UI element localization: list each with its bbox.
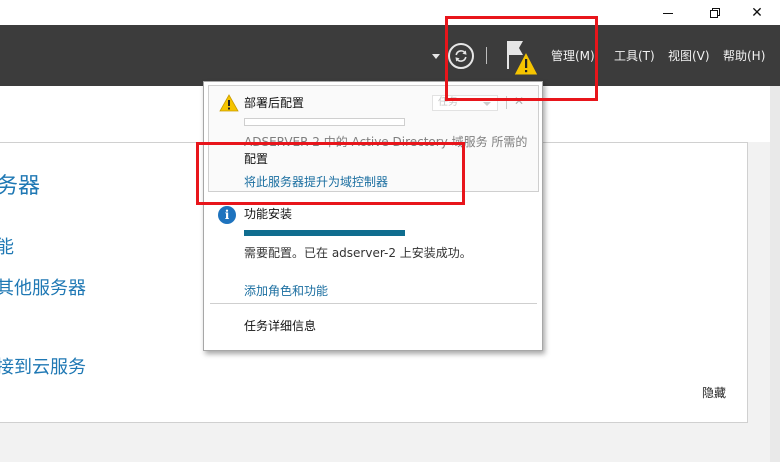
feature-install-status: 需要配置。已在 adserver-2 上安装成功。 (244, 246, 472, 260)
dismiss-notification-button[interactable]: ✕ (514, 94, 524, 108)
dropdown-arrow-icon[interactable] (432, 54, 440, 59)
link-add-other-servers[interactable]: 其他服务器 (0, 274, 86, 300)
chevron-down-icon (483, 102, 491, 106)
window-titlebar: ✕ (0, 0, 780, 25)
task-combo[interactable]: 任务 (432, 95, 498, 111)
post-deploy-title: 部署后配置 (244, 96, 305, 110)
refresh-icon (455, 50, 467, 62)
close-icon: ✕ (751, 4, 763, 21)
welcome-title: 务器 (0, 174, 41, 199)
link-roles-features[interactable]: 能 (0, 233, 14, 259)
info-icon: i (218, 206, 236, 224)
minimize-icon (663, 13, 673, 14)
notifications-popup: 部署后配置 任务 ✕ ADSERVER-2 中的 Active Director… (203, 81, 543, 351)
post-deploy-progress-bar (244, 118, 405, 126)
menu-tools[interactable]: 工具(T) (614, 49, 655, 63)
task-details-link[interactable]: 任务详细信息 (244, 317, 316, 334)
warning-icon (219, 94, 239, 112)
restore-button[interactable] (692, 0, 738, 25)
close-button[interactable]: ✕ (734, 0, 780, 25)
feature-install-title: 功能安装 (244, 207, 293, 221)
post-deploy-desc-line1: ADSERVER-2 中的 Active Directory 域服务 所需的 (244, 135, 528, 149)
link-connect-cloud[interactable]: 接到云服务 (0, 353, 86, 379)
post-deploy-description: ADSERVER-2 中的 Active Directory 域服务 所需的 配… (244, 134, 534, 168)
notification-flag-warning-icon[interactable] (506, 39, 540, 77)
menu-help[interactable]: 帮助(H) (723, 49, 765, 63)
post-deploy-desc-line2: 配置 (244, 152, 269, 166)
menu-manage[interactable]: 管理(M) (551, 49, 595, 63)
promote-to-dc-link[interactable]: 将此服务器提升为域控制器 (244, 173, 388, 190)
scrollbar[interactable] (770, 86, 780, 462)
feature-install-progress-fill (244, 230, 405, 236)
hide-link[interactable]: 隐藏 (702, 384, 726, 401)
add-roles-features-link[interactable]: 添加角色和功能 (244, 282, 328, 299)
popup-separator (210, 303, 537, 304)
combo-separator (506, 96, 507, 109)
menu-view[interactable]: 视图(V) (668, 49, 710, 63)
toolbar-separator (486, 47, 487, 64)
task-combo-value: 任务 (438, 97, 458, 108)
server-manager-toolbar: 管理(M) 工具(T) 视图(V) 帮助(H) (0, 25, 780, 86)
restore-icon (710, 7, 720, 18)
feature-install-progress-bar (244, 230, 405, 236)
minimize-button[interactable] (645, 0, 691, 25)
refresh-button[interactable] (448, 43, 474, 69)
